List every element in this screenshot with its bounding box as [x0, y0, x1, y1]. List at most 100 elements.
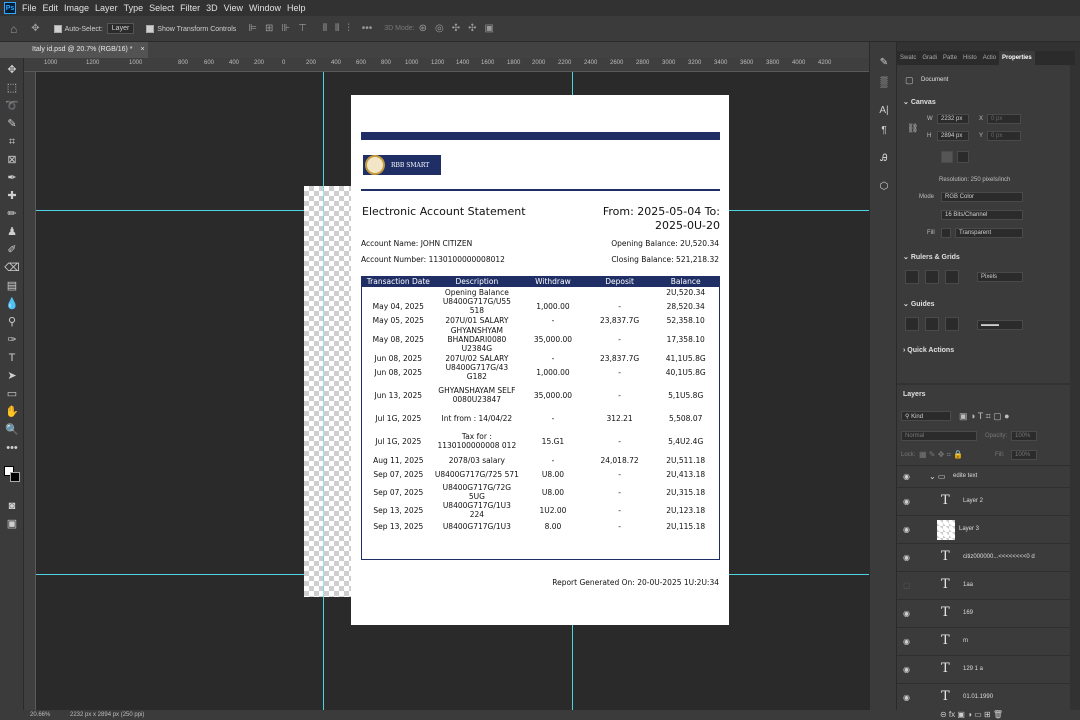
- menu-help[interactable]: Help: [287, 3, 312, 13]
- layer-actions-icons[interactable]: ⊝ fx ▣ ◑ ▭ ⊞ 🗑: [940, 710, 1003, 719]
- type-tool-icon[interactable]: T: [4, 350, 20, 366]
- layer-row[interactable]: ◉ T 01.01.1990: [897, 683, 1070, 711]
- distribute-v-icon[interactable]: ⫶: [347, 23, 350, 34]
- layer-row[interactable]: ◉ T m: [897, 627, 1070, 655]
- canvas-section[interactable]: ⌄ Canvas: [903, 98, 936, 106]
- more-options-icon[interactable]: •••: [362, 23, 373, 34]
- tab-actions[interactable]: Actio: [980, 51, 999, 65]
- menu-layer[interactable]: Layer: [95, 3, 124, 13]
- character-icon[interactable]: A|: [877, 104, 891, 118]
- move-tool-icon[interactable]: ✥: [31, 23, 39, 34]
- y-field[interactable]: 0 px: [987, 131, 1021, 141]
- eye-icon[interactable]: ◉: [903, 497, 910, 506]
- tab-histogram[interactable]: Histo: [960, 51, 980, 65]
- align-center-icon[interactable]: ⊞: [265, 23, 273, 34]
- layer-row[interactable]: ◉ T Layer 2: [897, 487, 1070, 515]
- history-brush-icon[interactable]: ✐: [4, 242, 20, 258]
- menu-edit[interactable]: Edit: [43, 3, 65, 13]
- statement-document[interactable]: RBB SMART Electronic Account Statement F…: [351, 95, 729, 625]
- filter-icons[interactable]: ▣ ◑ T ⌗ ▢ ●: [959, 411, 1010, 422]
- eraser-tool-icon[interactable]: ⌫: [4, 260, 20, 276]
- 3d-icon[interactable]: ⬡: [877, 180, 891, 194]
- layer-dropdown[interactable]: Layer: [106, 23, 135, 34]
- tab-gradients[interactable]: Gradi: [919, 51, 940, 65]
- tab-swatches[interactable]: Swatc: [897, 51, 919, 65]
- layer-row[interactable]: ◉ T 169: [897, 599, 1070, 627]
- gradient-tool-icon[interactable]: ▤: [4, 278, 20, 294]
- document-info[interactable]: 2232 px x 2894 px (250 ppi): [70, 712, 144, 718]
- 3d-slide-icon[interactable]: ✣: [468, 23, 476, 34]
- units-dropdown[interactable]: Pixels: [977, 272, 1023, 282]
- blur-tool-icon[interactable]: 💧: [4, 296, 20, 312]
- layer-row[interactable]: ▢ T 1aa: [897, 571, 1070, 599]
- shape-tool-icon[interactable]: ▭: [4, 386, 20, 402]
- menu-window[interactable]: Window: [249, 3, 287, 13]
- zoom-tool-icon[interactable]: 🔍: [4, 422, 20, 438]
- landscape-icon[interactable]: [957, 151, 969, 163]
- marquee-tool-icon[interactable]: ⬚: [4, 80, 20, 96]
- close-tab-icon[interactable]: ×: [140, 46, 144, 53]
- document-tab[interactable]: Italy id.psd @ 20.7% (RGB/16) * ×: [24, 42, 148, 58]
- pixel-grid-icon[interactable]: [945, 270, 959, 284]
- guides-icon[interactable]: [905, 317, 919, 331]
- eye-hidden-icon[interactable]: ▢: [903, 581, 911, 590]
- 3d-roll-icon[interactable]: ◎: [435, 23, 444, 34]
- height-field[interactable]: 2894 px: [937, 131, 969, 141]
- eye-icon[interactable]: ◉: [903, 609, 910, 618]
- menu-3d[interactable]: 3D: [206, 3, 224, 13]
- healing-tool-icon[interactable]: ✚: [4, 188, 20, 204]
- rulers-grids-section[interactable]: ⌄ Rulers & Grids: [903, 253, 960, 261]
- move-tool-icon[interactable]: ✥: [4, 62, 20, 78]
- eye-icon[interactable]: ◉: [903, 665, 910, 674]
- glyphs-icon[interactable]: Ꭿ: [877, 152, 891, 166]
- fill-dropdown[interactable]: Transparent: [955, 228, 1023, 238]
- path-select-tool-icon[interactable]: ➤: [4, 368, 20, 384]
- fill-swatch[interactable]: [941, 228, 951, 238]
- ruler-icon[interactable]: [905, 270, 919, 284]
- align-top-icon[interactable]: ⊤: [298, 23, 307, 34]
- dodge-tool-icon[interactable]: ⚲: [4, 314, 20, 330]
- layer-row[interactable]: ◉ T 129 1 a: [897, 655, 1070, 683]
- 3d-scale-icon[interactable]: ▣: [485, 23, 494, 34]
- quick-actions-section[interactable]: › Quick Actions: [903, 347, 954, 354]
- guide-style-dropdown[interactable]: ▬▬▬: [977, 320, 1023, 330]
- menu-file[interactable]: File: [22, 3, 43, 13]
- 3d-pan-icon[interactable]: ✣: [452, 23, 460, 34]
- stamp-tool-icon[interactable]: ♟: [4, 224, 20, 240]
- brushes-icon[interactable]: ▒: [877, 76, 891, 90]
- opacity-field[interactable]: 100%: [1011, 431, 1037, 441]
- frame-tool-icon[interactable]: ⊠: [4, 152, 20, 168]
- menu-image[interactable]: Image: [64, 3, 95, 13]
- distribute-h-icon[interactable]: ⫴: [335, 23, 339, 34]
- eye-icon[interactable]: ◉: [903, 472, 910, 481]
- menu-filter[interactable]: Filter: [180, 3, 206, 13]
- crop-tool-icon[interactable]: ⌗: [4, 134, 20, 150]
- layer-row[interactable]: ◉ Layer 3: [897, 515, 1070, 543]
- eyedropper-tool-icon[interactable]: ✒: [4, 170, 20, 186]
- show-transform-checkbox[interactable]: Show Transform Controls: [146, 24, 236, 33]
- lasso-tool-icon[interactable]: ➰: [4, 98, 20, 114]
- layer-row[interactable]: ◉ T citiz000000...<<<<<<<<0 d: [897, 543, 1070, 571]
- width-field[interactable]: 2232 px: [937, 114, 969, 124]
- pen-tool-icon[interactable]: ✑: [4, 332, 20, 348]
- link-icon[interactable]: ⛓: [907, 123, 918, 134]
- blend-mode-dropdown[interactable]: Normal: [901, 431, 977, 441]
- 3d-orbit-icon[interactable]: ⊛: [419, 23, 427, 34]
- align-right-icon[interactable]: ⊪: [281, 23, 290, 34]
- photoshop-logo-icon[interactable]: Ps: [4, 2, 16, 14]
- fill-field[interactable]: 100%: [1011, 450, 1037, 460]
- auto-select-checkbox[interactable]: Auto-Select:: [53, 24, 103, 33]
- portrait-icon[interactable]: [941, 151, 953, 163]
- mode-dropdown[interactable]: RGB Color: [941, 192, 1023, 202]
- x-field[interactable]: 0 px: [987, 114, 1021, 124]
- guides-section[interactable]: ⌄ Guides: [903, 300, 935, 308]
- color-swatches-icon[interactable]: [4, 460, 20, 484]
- eye-icon[interactable]: ◉: [903, 525, 910, 534]
- eye-icon[interactable]: ◉: [903, 693, 910, 702]
- guides-grid-icon[interactable]: [925, 317, 939, 331]
- layer-group[interactable]: ◉ ⌄ ▭ edite text: [897, 465, 1070, 487]
- hand-tool-icon[interactable]: ✋: [4, 404, 20, 420]
- eye-icon[interactable]: ◉: [903, 553, 910, 562]
- layer-filter-dropdown[interactable]: ⚲ Kind: [901, 411, 951, 421]
- quick-select-tool-icon[interactable]: ✎: [4, 116, 20, 132]
